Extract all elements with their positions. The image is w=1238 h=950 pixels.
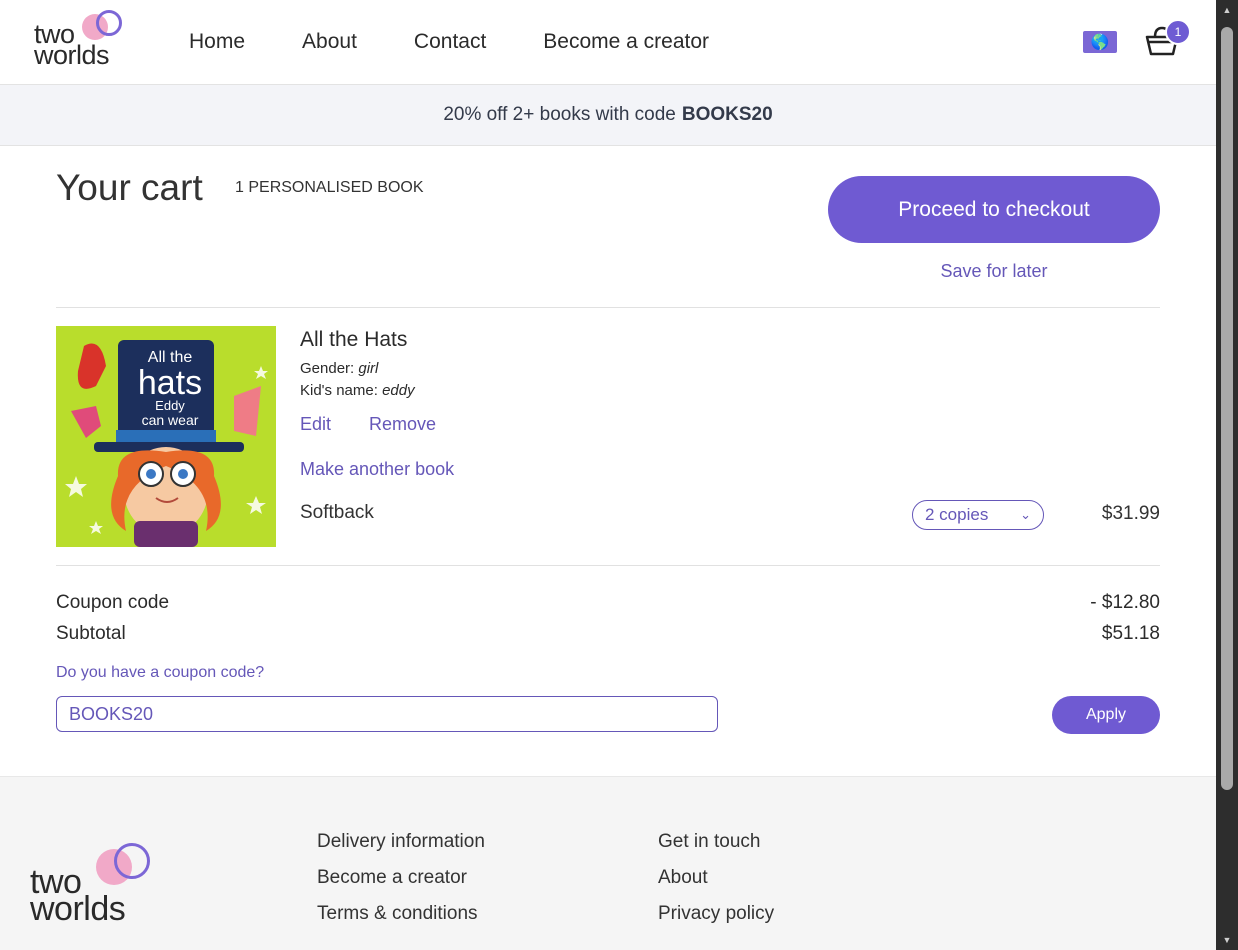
nav-become-creator[interactable]: Become a creator bbox=[543, 30, 709, 54]
save-for-later-link[interactable]: Save for later bbox=[828, 261, 1160, 282]
make-another-book-link[interactable]: Make another book bbox=[300, 459, 454, 480]
book-title: All the Hats bbox=[300, 328, 408, 351]
cover-text-line2: hats bbox=[138, 364, 202, 402]
coupon-discount-value: - $12.80 bbox=[1090, 592, 1160, 613]
cover-text-line4: can wear bbox=[142, 412, 199, 428]
coupon-code-input[interactable] bbox=[56, 696, 718, 732]
footer-link-terms[interactable]: Terms & conditions bbox=[317, 903, 485, 925]
scroll-up-arrow-icon[interactable]: ▲ bbox=[1221, 4, 1233, 16]
footer-link-become-creator[interactable]: Become a creator bbox=[317, 867, 485, 889]
footer-column-1: Delivery information Become a creator Te… bbox=[317, 831, 485, 939]
promo-banner: 20% off 2+ books with code BOOKS20 bbox=[0, 85, 1216, 146]
edit-link[interactable]: Edit bbox=[300, 414, 331, 435]
book-cover-illustration: All the hats Eddy can wear bbox=[56, 326, 276, 547]
divider-bottom bbox=[56, 565, 1160, 566]
gender-value: girl bbox=[358, 360, 379, 377]
site-header: two worlds Home About Contact Become a c… bbox=[0, 0, 1216, 85]
apply-coupon-button[interactable]: Apply bbox=[1052, 696, 1160, 734]
copies-value: 2 copies bbox=[925, 505, 989, 524]
footer-link-privacy[interactable]: Privacy policy bbox=[658, 903, 774, 925]
footer-logo[interactable]: two worlds bbox=[30, 843, 160, 933]
scrollbar-thumb[interactable] bbox=[1221, 27, 1233, 790]
site-logo[interactable]: two worlds bbox=[34, 10, 124, 70]
logo-text: two worlds bbox=[34, 21, 110, 69]
subtotal-value: $51.18 bbox=[1101, 623, 1160, 644]
kid-name-attribute: Kid's name: eddy bbox=[300, 382, 415, 399]
promo-code: BOOKS20 bbox=[681, 104, 773, 125]
divider-top bbox=[56, 307, 1160, 308]
kid-name-value: eddy bbox=[382, 382, 415, 399]
proceed-to-checkout-button[interactable]: Proceed to checkout bbox=[828, 176, 1160, 243]
item-price: $31.99 bbox=[1101, 503, 1160, 524]
footer-link-about[interactable]: About bbox=[658, 867, 774, 889]
cover-text-line3: Eddy bbox=[155, 398, 185, 413]
footer-logo-word-worlds: worlds bbox=[30, 890, 126, 928]
nav-about[interactable]: About bbox=[302, 30, 357, 54]
cart-item-count: 1 PERSONALISED BOOK bbox=[235, 179, 424, 196]
globe-flag-icon[interactable]: 🌎 bbox=[1083, 31, 1117, 53]
kid-name-label: Kid's name: bbox=[300, 382, 378, 399]
nav-contact[interactable]: Contact bbox=[414, 30, 486, 54]
copies-select[interactable]: 2 copies ⌄ bbox=[912, 500, 1044, 530]
footer-column-2: Get in touch About Privacy policy bbox=[658, 831, 774, 939]
nav-home[interactable]: Home bbox=[189, 30, 245, 54]
logo-word-worlds: worlds bbox=[34, 40, 110, 70]
book-cover-image: All the hats Eddy can wear bbox=[56, 326, 276, 547]
page-scrollbar[interactable]: ▲ ▼ bbox=[1216, 0, 1238, 950]
coupon-code-label: Coupon code bbox=[56, 592, 170, 613]
subtotal-label: Subtotal bbox=[56, 623, 126, 644]
page-title: Your cart bbox=[56, 167, 203, 208]
site-footer: two worlds Delivery information Become a… bbox=[0, 776, 1216, 950]
coupon-question-link[interactable]: Do you have a coupon code? bbox=[56, 664, 264, 682]
footer-logo-text: two worlds bbox=[30, 865, 126, 926]
promo-text: 20% off 2+ books with code bbox=[443, 104, 676, 125]
chevron-down-icon: ⌄ bbox=[1020, 507, 1031, 522]
footer-link-delivery[interactable]: Delivery information bbox=[317, 831, 485, 853]
footer-link-get-in-touch[interactable]: Get in touch bbox=[658, 831, 774, 853]
cart-count-badge: 1 bbox=[1165, 19, 1191, 45]
gender-attribute: Gender: girl bbox=[300, 360, 378, 377]
main-nav: Home About Contact Become a creator bbox=[189, 30, 766, 54]
scroll-down-arrow-icon[interactable]: ▼ bbox=[1221, 934, 1233, 946]
gender-label: Gender: bbox=[300, 360, 355, 377]
book-format: Softback bbox=[300, 502, 374, 523]
remove-link[interactable]: Remove bbox=[369, 414, 436, 435]
